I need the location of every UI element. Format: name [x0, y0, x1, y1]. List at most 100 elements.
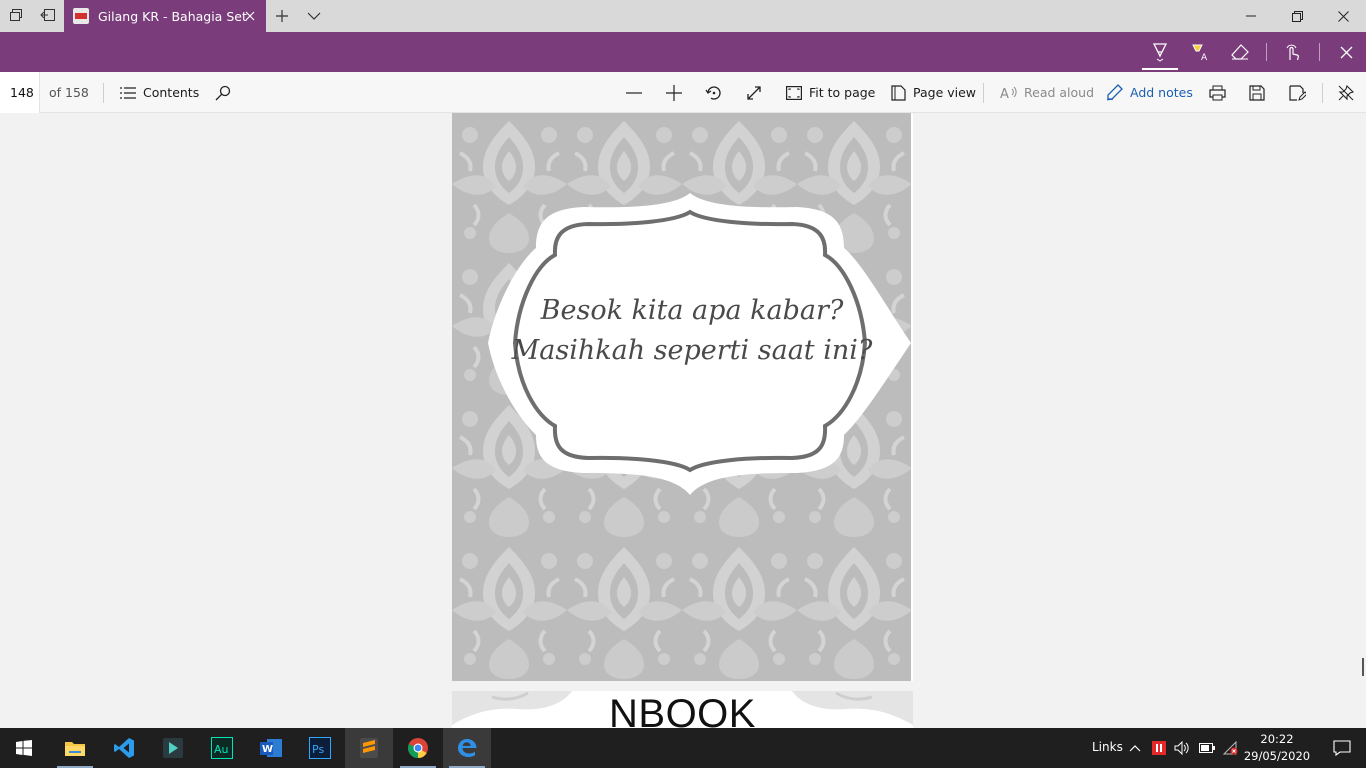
- draw-pen-button[interactable]: [1140, 32, 1180, 72]
- restore-icon: [1291, 10, 1303, 22]
- minus-icon: [626, 91, 642, 94]
- battery-button[interactable]: [1195, 728, 1219, 768]
- taskbar-audition[interactable]: Au: [198, 728, 246, 768]
- clock-date: 29/05/2020: [1243, 749, 1311, 763]
- new-tab-button[interactable]: [266, 0, 298, 32]
- windows-start-icon: [16, 740, 32, 756]
- print-icon: [1208, 85, 1226, 100]
- set-tabs-aside-button[interactable]: [32, 0, 64, 32]
- toolbar-divider: [103, 83, 104, 103]
- close-icon: [1340, 46, 1352, 58]
- quote-line-1: Besok kita apa kabar?: [540, 295, 844, 326]
- show-hidden-icons-button[interactable]: [1123, 728, 1147, 768]
- full-screen-button[interactable]: [738, 72, 770, 113]
- taskbar-filmora[interactable]: [149, 728, 197, 768]
- pin-toolbar-button[interactable]: [1330, 72, 1362, 113]
- taskbar-chrome[interactable]: [394, 728, 442, 768]
- clock-time: 20:22: [1260, 732, 1294, 746]
- tray-app-button[interactable]: [1148, 728, 1170, 768]
- save-as-button[interactable]: [1281, 72, 1313, 113]
- page-count: of 158: [49, 85, 89, 100]
- tab-preview-button[interactable]: [298, 0, 330, 32]
- speaker-icon: [1174, 741, 1189, 755]
- close-ink-toolbar-button[interactable]: [1326, 32, 1366, 72]
- ink-divider: [1319, 43, 1320, 61]
- scrollbar-thumb[interactable]: [1362, 658, 1364, 676]
- filmora-icon: [163, 738, 183, 758]
- tab-close-button[interactable]: [242, 8, 258, 24]
- taskbar-word[interactable]: W: [247, 728, 295, 768]
- rotate-button[interactable]: [698, 72, 730, 113]
- expand-icon: [747, 85, 761, 100]
- sublime-icon: [360, 738, 378, 758]
- search-icon: [215, 85, 231, 100]
- save-button[interactable]: [1241, 72, 1273, 113]
- pdf-page-next: NBOOK: [452, 691, 913, 728]
- pen-notes-icon: [1106, 84, 1123, 101]
- svg-text:A: A: [1000, 87, 1009, 100]
- tab-pdf-document[interactable]: Gilang KR - Bahagia Set: [64, 0, 266, 32]
- start-button[interactable]: [0, 728, 48, 768]
- svg-text:Au: Au: [214, 743, 229, 756]
- svg-text:A: A: [1201, 53, 1208, 61]
- page-view-button[interactable]: Page view: [891, 72, 976, 113]
- svg-text:Ps: Ps: [312, 743, 324, 756]
- fit-to-page-button[interactable]: Fit to page: [786, 72, 875, 113]
- taskbar-sublime-text[interactable]: [345, 728, 393, 768]
- print-button[interactable]: [1201, 72, 1233, 113]
- tab-actions-button[interactable]: [0, 0, 32, 32]
- touch-hand-icon: [1286, 44, 1299, 61]
- add-notes-button[interactable]: Add notes: [1106, 72, 1193, 113]
- tabs-aside-icon: [40, 8, 56, 25]
- eraser-button[interactable]: [1220, 32, 1260, 72]
- quote-text: Besok kita apa kabar? Masihkah seperti s…: [492, 291, 892, 371]
- links-toolbar-label[interactable]: Links: [1092, 740, 1123, 754]
- search-button[interactable]: [207, 72, 239, 113]
- touch-writing-button[interactable]: [1273, 32, 1313, 72]
- damask-ornament-background: [452, 113, 911, 681]
- toolbar-divider: [983, 83, 984, 103]
- notification-icon: [1333, 740, 1351, 756]
- volume-button[interactable]: [1170, 728, 1194, 768]
- audition-icon: Au: [211, 737, 233, 759]
- taskbar-vscode[interactable]: [100, 728, 148, 768]
- clock[interactable]: 20:22 29/05/2020: [1240, 728, 1314, 768]
- minimize-button[interactable]: [1228, 0, 1274, 32]
- pdf-page: Besok kita apa kabar? Masihkah seperti s…: [452, 113, 913, 681]
- battery-icon: [1199, 743, 1215, 753]
- unpin-icon: [1338, 84, 1354, 100]
- fit-page-icon: [786, 85, 802, 100]
- contents-label: Contents: [143, 85, 200, 100]
- read-aloud-icon: A: [1000, 86, 1017, 100]
- next-page-title: NBOOK: [609, 692, 756, 728]
- page-view-icon: [891, 84, 906, 101]
- highlighter-button[interactable]: A: [1180, 32, 1220, 72]
- contents-button[interactable]: Contents: [120, 72, 199, 113]
- tab-title: Gilang KR - Bahagia Set: [98, 8, 247, 24]
- document-viewer[interactable]: Besok kita apa kabar? Masihkah seperti s…: [0, 113, 1366, 728]
- zoom-out-button[interactable]: [618, 72, 650, 113]
- page-view-label: Page view: [913, 85, 977, 100]
- word-icon: W: [260, 739, 282, 757]
- chevron-down-icon: [307, 12, 321, 20]
- taskbar-edge[interactable]: [443, 728, 491, 768]
- close-window-button[interactable]: [1320, 0, 1366, 32]
- page-number-input[interactable]: 148: [0, 72, 40, 113]
- pdf-file-icon: [73, 8, 89, 24]
- minimize-icon: [1246, 15, 1256, 17]
- action-center-button[interactable]: [1318, 728, 1366, 768]
- fit-to-page-label: Fit to page: [809, 85, 876, 100]
- taskbar-photoshop[interactable]: Ps: [296, 728, 344, 768]
- quote-line-2: Masihkah seperti saat ini?: [511, 335, 873, 366]
- list-icon: [120, 86, 136, 99]
- file-explorer-icon: [65, 742, 85, 756]
- zoom-in-button[interactable]: [658, 72, 690, 113]
- restore-button[interactable]: [1274, 0, 1320, 32]
- read-aloud-label: Read aloud: [1024, 85, 1095, 100]
- chrome-icon: [408, 738, 428, 759]
- read-aloud-button[interactable]: A Read aloud: [1000, 72, 1094, 113]
- close-icon: [1337, 10, 1349, 22]
- taskbar-file-explorer[interactable]: [51, 728, 99, 768]
- recording-pause-icon: [1152, 741, 1166, 755]
- taskbar: Au W Ps Links 20:22 29/05/2020: [0, 728, 1366, 768]
